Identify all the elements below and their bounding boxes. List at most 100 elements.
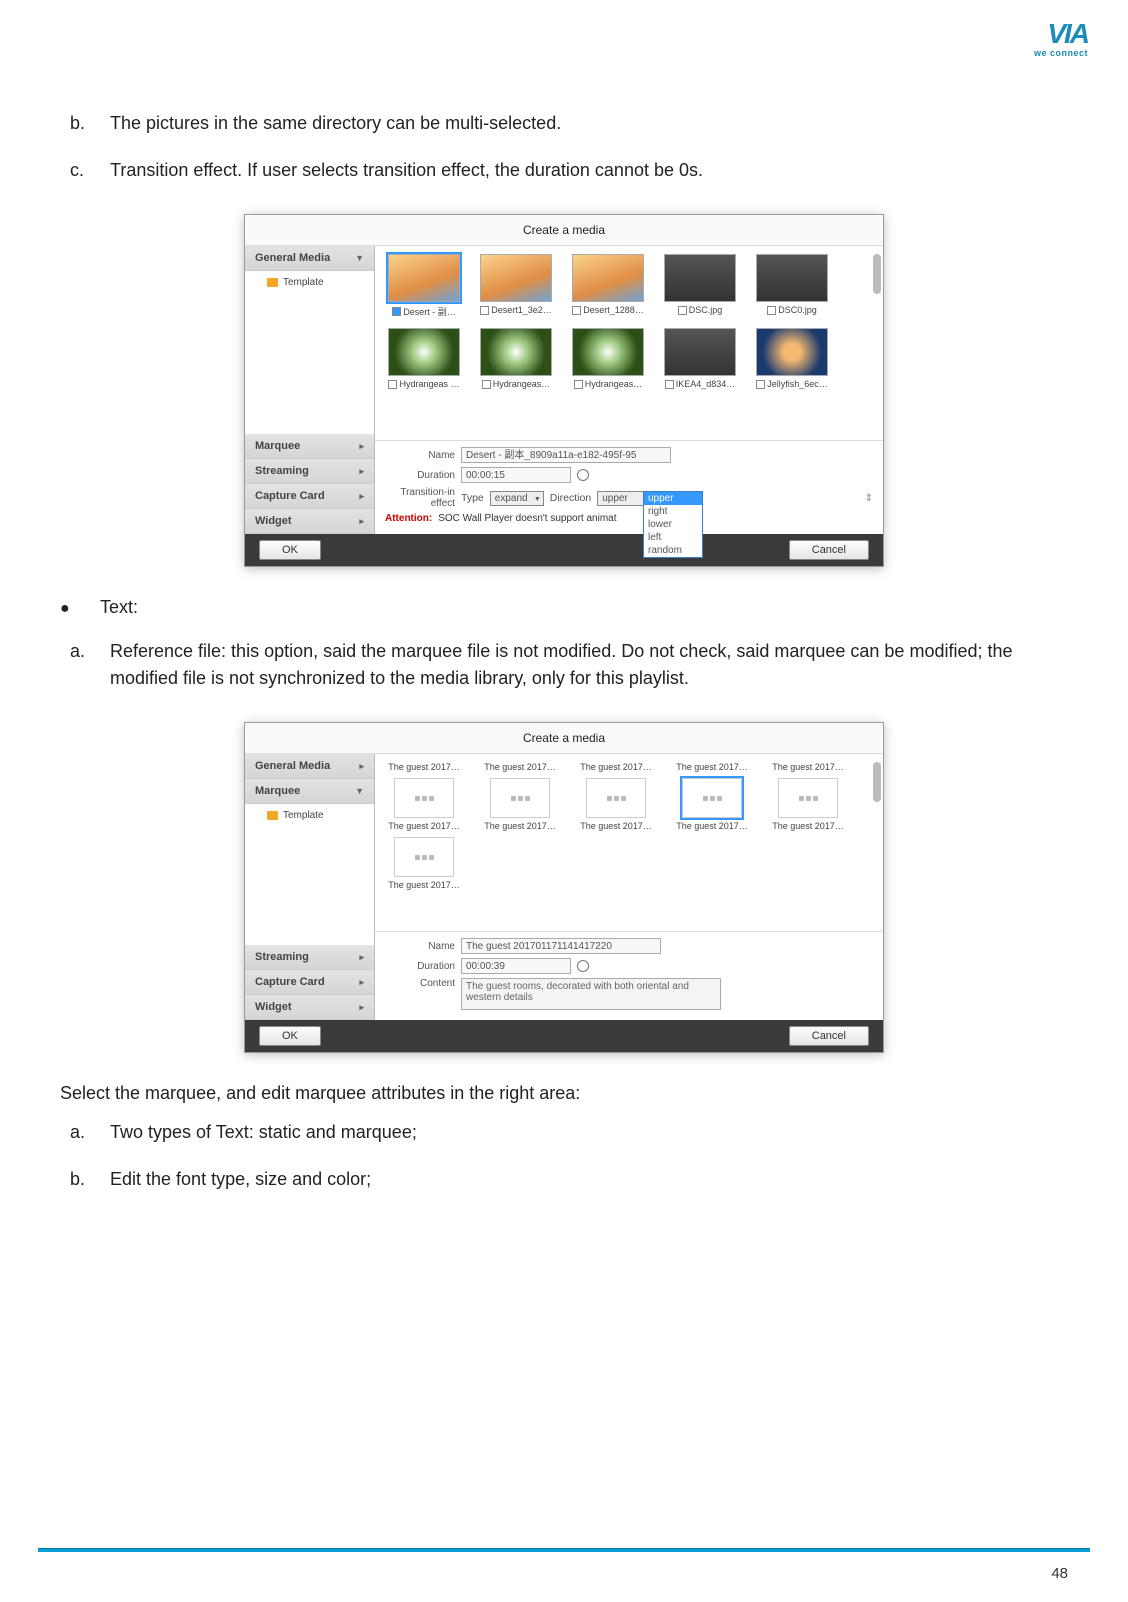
list-item: b. Edit the font type, size and color; (60, 1166, 1068, 1193)
folder-icon (267, 278, 278, 287)
thumbnail-item[interactable]: IKEA4_d834… (659, 328, 741, 389)
form-area: Name Desert - 副本_8909a11a-e182-495f-95 D… (375, 441, 883, 534)
thumbnail-item[interactable]: The guest 2017… (671, 762, 753, 772)
scrollbar-thumb[interactable] (873, 254, 881, 294)
duration-label: Duration (385, 470, 455, 481)
sidebar-item-widget[interactable]: Widget▸ (245, 509, 374, 534)
checkbox-icon[interactable] (392, 307, 401, 316)
dropdown-option[interactable]: upper (644, 492, 702, 505)
resize-icon[interactable]: ⇕ (865, 493, 873, 504)
direction-label: Direction (550, 492, 591, 504)
checkbox-icon[interactable] (480, 306, 489, 315)
list-text: Reference file: this option, said the ma… (110, 638, 1068, 692)
sidebar-item-capture-card[interactable]: Capture Card▸ (245, 484, 374, 509)
screenshot-create-media-marquee: Create a media General Media▸ Marquee▼ T… (244, 722, 884, 1053)
checkbox-icon[interactable] (388, 380, 397, 389)
thumbnail-item[interactable]: The guest 2017… (479, 762, 561, 772)
name-input[interactable]: Desert - 副本_8909a11a-e182-495f-95 (461, 447, 671, 463)
brand-logo: VIA we connect (1034, 20, 1088, 58)
content-textarea[interactable]: The guest rooms, decorated with both ori… (461, 978, 721, 1010)
attention-text: SOC Wall Player doesn't support animat (438, 513, 616, 524)
bullet-label: Text: (100, 597, 138, 618)
thumbnail-item[interactable]: Jellyfish_6ec… (751, 328, 833, 389)
duration-input[interactable]: 00:00:39 (461, 958, 571, 974)
type-select[interactable]: expand (490, 491, 544, 506)
list-item: a. Reference file: this option, said the… (60, 638, 1068, 692)
name-input[interactable]: The guest 201701171141417220 (461, 938, 661, 954)
clock-icon[interactable] (577, 960, 589, 972)
ok-button[interactable]: OK (259, 540, 321, 560)
dropdown-option[interactable]: left (644, 531, 702, 544)
sidebar-item-marquee[interactable]: Marquee▸ (245, 434, 374, 459)
content-label: Content (385, 978, 455, 989)
logo-tagline: we connect (1034, 48, 1088, 58)
sidebar-item-general-media[interactable]: General Media▼ (245, 246, 374, 271)
transition-label: Transition-in effect (385, 487, 455, 509)
list-marker: a. (60, 638, 110, 692)
name-label: Name (385, 941, 455, 952)
scrollbar-thumb[interactable] (873, 762, 881, 802)
list-text: Two types of Text: static and marquee; (110, 1119, 1068, 1146)
dialog-sidebar: General Media▼ Template Marquee▸ Streami… (245, 246, 375, 534)
sidebar-item-general-media[interactable]: General Media▸ (245, 754, 374, 779)
thumbnail-item[interactable]: The guest 2017… (575, 762, 657, 772)
sidebar-item-marquee[interactable]: Marquee▼ (245, 779, 374, 804)
checkbox-icon[interactable] (756, 380, 765, 389)
form-area: Name The guest 201701171141417220 Durati… (375, 932, 883, 1020)
thumbnail-item[interactable]: The guest 2017… (383, 762, 465, 772)
bullet-icon: ● (60, 600, 100, 618)
sidebar-item-capture-card[interactable]: Capture Card▸ (245, 970, 374, 995)
chevron-right-icon: ▸ (359, 761, 364, 772)
thumbnail-item[interactable]: DSC.jpg (659, 254, 741, 318)
checkbox-icon[interactable] (665, 380, 674, 389)
footer-divider (38, 1548, 1090, 1552)
list-marker: b. (60, 110, 110, 137)
logo-mark: VIA (1034, 20, 1088, 48)
thumbnail-item[interactable]: The guest 2017… (767, 778, 849, 831)
checkbox-icon[interactable] (572, 306, 581, 315)
thumbnail-item[interactable]: Hydrangeas… (567, 328, 649, 389)
thumbnail-item[interactable]: The guest 2017… (671, 778, 753, 831)
thumbnail-item[interactable]: Desert1_3e2… (475, 254, 557, 318)
checkbox-icon[interactable] (482, 380, 491, 389)
sidebar-item-streaming[interactable]: Streaming▸ (245, 945, 374, 970)
chevron-right-icon: ▸ (359, 516, 364, 527)
cancel-button[interactable]: Cancel (789, 540, 869, 560)
thumbnail-item[interactable]: DSC0.jpg (751, 254, 833, 318)
thumbnail-item[interactable]: Hydrangeas … (383, 328, 465, 389)
list-marker: b. (60, 1166, 110, 1193)
list-marker: c. (60, 157, 110, 184)
checkbox-icon[interactable] (678, 306, 687, 315)
dialog-title: Create a media (245, 723, 883, 754)
thumbnail-item[interactable]: The guest 2017… (383, 837, 465, 890)
thumbnail-item[interactable]: The guest 2017… (383, 778, 465, 831)
cancel-button[interactable]: Cancel (789, 1026, 869, 1046)
type-label: Type (461, 492, 484, 504)
duration-input[interactable]: 00:00:15 (461, 467, 571, 483)
dropdown-option[interactable]: lower (644, 518, 702, 531)
thumbnail-item[interactable]: The guest 2017… (575, 778, 657, 831)
sidebar-item-streaming[interactable]: Streaming▸ (245, 459, 374, 484)
list-item: b. The pictures in the same directory ca… (60, 110, 1068, 137)
bullet-item: ● Text: (60, 597, 1068, 618)
attention-label: Attention: (385, 513, 432, 524)
thumbnail-item[interactable]: Hydrangeas… (475, 328, 557, 389)
thumbnail-item[interactable]: Desert - 副… (383, 254, 465, 318)
chevron-down-icon: ▼ (355, 786, 364, 796)
dropdown-option[interactable]: random (644, 544, 702, 557)
dropdown-option[interactable]: right (644, 505, 702, 518)
checkbox-icon[interactable] (767, 306, 776, 315)
chevron-down-icon: ▼ (355, 253, 364, 263)
paragraph: Select the marquee, and edit marquee att… (60, 1083, 1068, 1104)
thumbnail-item[interactable]: The guest 2017… (767, 762, 849, 772)
chevron-right-icon: ▸ (359, 977, 364, 988)
thumbnail-item[interactable]: Desert_1288… (567, 254, 649, 318)
thumbnail-item[interactable]: The guest 2017… (479, 778, 561, 831)
ok-button[interactable]: OK (259, 1026, 321, 1046)
clock-icon[interactable] (577, 469, 589, 481)
sidebar-item-widget[interactable]: Widget▸ (245, 995, 374, 1020)
sidebar-item-template[interactable]: Template (245, 804, 374, 827)
sidebar-item-template[interactable]: Template (245, 271, 374, 294)
direction-dropdown: upper right lower left random (643, 491, 703, 558)
checkbox-icon[interactable] (574, 380, 583, 389)
